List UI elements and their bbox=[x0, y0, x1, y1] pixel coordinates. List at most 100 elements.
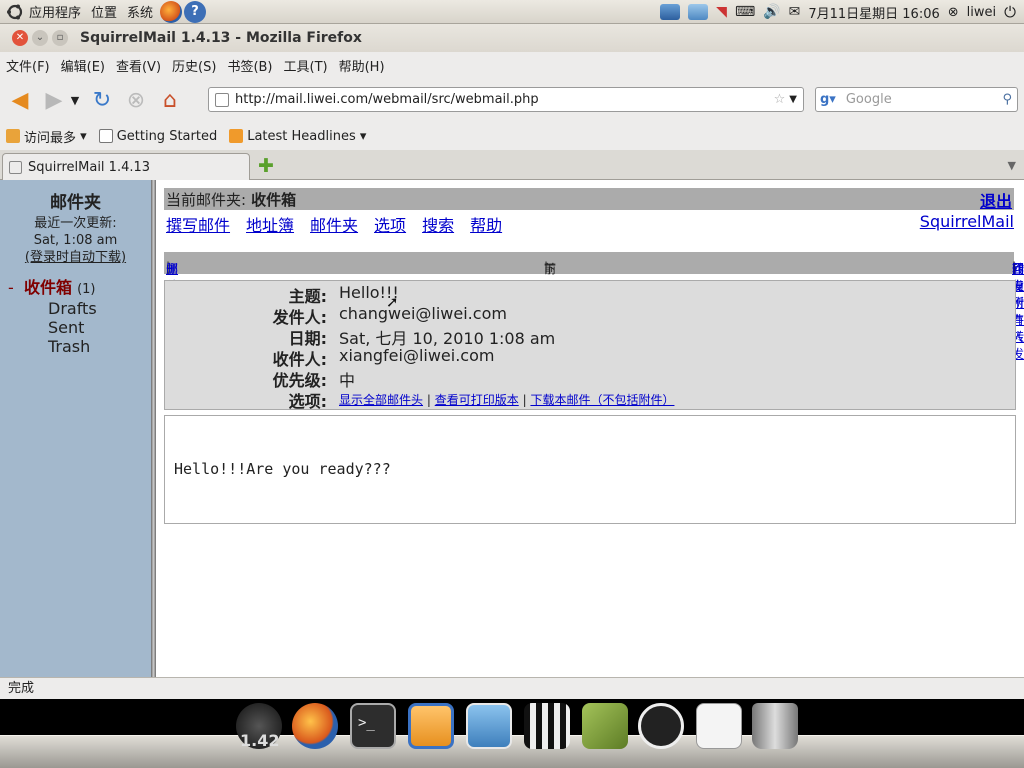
menu-tools[interactable]: 工具(T) bbox=[284, 56, 328, 75]
printable-view-link[interactable]: 查看可打印版本 bbox=[435, 393, 519, 407]
mouse-cursor-icon: ➚ bbox=[386, 293, 399, 311]
url-dropdown-icon[interactable]: ▼ bbox=[789, 94, 797, 105]
keyboard-icon[interactable]: ⌨ bbox=[735, 4, 755, 20]
download-message-link[interactable]: 下载本邮件（不包括附件） bbox=[530, 393, 674, 407]
message-action-bar: 邮件列表 | 删除 前一个 | 下一个 转发 | 作为附件转发 | 回复 | 回… bbox=[164, 252, 1024, 361]
menu-file[interactable]: 文件(F) bbox=[6, 56, 50, 75]
menu-edit[interactable]: 编辑(E) bbox=[61, 56, 105, 75]
menu-history[interactable]: 历史(S) bbox=[172, 56, 216, 75]
options-label: 选项: bbox=[288, 392, 327, 411]
system-monitor-gauge-icon[interactable]: 1.42 bbox=[236, 703, 282, 750]
firefox-launcher-icon[interactable] bbox=[160, 0, 183, 23]
forward-button[interactable]: ▶ bbox=[40, 86, 68, 114]
to-label: 收件人: bbox=[272, 350, 327, 369]
bookmark-star-icon[interactable]: ☆ bbox=[774, 92, 786, 107]
search-bar[interactable]: g▾ Google ⚲ bbox=[815, 87, 1018, 112]
folder-frame: 邮件夹 最近一次更新: Sat, 1:08 am (登录时自动下载) - 收件箱… bbox=[0, 180, 151, 677]
virtualbox-dock-icon[interactable] bbox=[408, 703, 454, 749]
bookmark-latest-headlines[interactable]: Latest Headlines ▾ bbox=[229, 129, 366, 144]
tab-list-icon[interactable]: ▼ bbox=[1008, 159, 1016, 172]
username[interactable]: liwei bbox=[967, 5, 996, 20]
show-all-headers-link[interactable]: 显示全部邮件头 bbox=[339, 393, 423, 407]
network-manager-icon[interactable] bbox=[660, 4, 681, 20]
logout-link[interactable]: 退出 bbox=[980, 188, 1012, 212]
text-editor-dock-icon[interactable] bbox=[696, 703, 742, 749]
folder-icon bbox=[6, 129, 20, 143]
last-update-time: Sat, 1:08 am bbox=[33, 233, 118, 248]
current-folder-name: 收件箱 bbox=[251, 190, 297, 209]
to-value: xiangfei@liwei.com bbox=[339, 346, 495, 365]
search-input[interactable]: Google bbox=[846, 92, 1003, 107]
current-folder-label: 当前邮件夹: bbox=[166, 190, 247, 209]
new-tab-icon[interactable]: ✚ bbox=[258, 155, 274, 177]
mail-icon[interactable]: ✉ bbox=[789, 4, 801, 20]
date-label: 日期: bbox=[288, 329, 327, 348]
reload-button[interactable]: ↻ bbox=[88, 86, 116, 114]
menu-view[interactable]: 查看(V) bbox=[116, 56, 161, 75]
clock[interactable]: 7月11日星期日 16:06 bbox=[808, 3, 939, 22]
squirrelmail-link[interactable]: SquirrelMail bbox=[920, 212, 1014, 231]
header-subject-row: 主题: Hello!!! bbox=[165, 283, 399, 306]
back-button[interactable]: ◀ bbox=[6, 86, 34, 114]
site-icon bbox=[215, 92, 229, 107]
places-menu[interactable]: 位置 bbox=[91, 2, 117, 21]
auto-download-link[interactable]: (登录时自动下载) bbox=[0, 249, 151, 266]
last-update-label: 最近一次更新: bbox=[34, 216, 117, 231]
folder-item-inbox[interactable]: - 收件箱 (1) bbox=[8, 278, 97, 299]
date-value: Sat, 七月 10, 2010 1:08 am bbox=[339, 329, 556, 348]
dictionary-dock-icon[interactable] bbox=[582, 703, 628, 749]
user-switch-icon[interactable]: ⊗ bbox=[948, 5, 959, 20]
window-titlebar: ✕ ⌄ ▫ SquirrelMail 1.4.13 - Mozilla Fire… bbox=[0, 24, 1024, 52]
header-priority-row: 优先级: 中 bbox=[165, 367, 356, 390]
terminal-dock-icon[interactable]: >_ bbox=[350, 703, 396, 749]
navigation-toolbar: ◀ ▶ ▼ ↻ ⊗ ⌂ http://mail.liwei.com/webmai… bbox=[0, 78, 1024, 122]
applications-menu[interactable]: 应用程序 bbox=[29, 2, 81, 21]
maximize-window-icon[interactable]: ▫ bbox=[52, 30, 68, 46]
folder-item-trash[interactable]: Trash bbox=[8, 337, 97, 356]
current-folder-bar: 当前邮件夹: 收件箱 退出 bbox=[164, 188, 1014, 212]
url-text[interactable]: http://mail.liwei.com/webmail/src/webmai… bbox=[235, 92, 774, 107]
firefox-dock-icon[interactable] bbox=[292, 703, 338, 749]
display-icon[interactable] bbox=[688, 4, 709, 20]
tab-squirrelmail[interactable]: SquirrelMail 1.4.13 bbox=[2, 153, 250, 180]
search-icon[interactable]: ⚲ bbox=[1002, 92, 1012, 107]
message-body: Hello!!!Are you ready??? bbox=[164, 415, 1016, 524]
desktop: 应用程序 位置 系统 ? ◥ ⌨ 🔊 ✉ 7月11日星期日 16:06 ⊗ li… bbox=[0, 0, 1024, 768]
inbox-link[interactable]: 收件箱 bbox=[24, 278, 72, 297]
search-engine-icon[interactable]: g▾ bbox=[820, 92, 836, 107]
options-link[interactable]: 选项 bbox=[374, 212, 406, 236]
help-icon[interactable]: ? bbox=[184, 0, 207, 23]
system-menu[interactable]: 系统 bbox=[127, 2, 153, 21]
trash-dock-icon[interactable] bbox=[752, 703, 798, 749]
bookmark-getting-started[interactable]: Getting Started bbox=[98, 129, 217, 144]
priority-value: 中 bbox=[339, 371, 356, 390]
minimize-window-icon[interactable]: ⌄ bbox=[32, 30, 48, 46]
menu-help[interactable]: 帮助(H) bbox=[339, 56, 385, 75]
history-dropdown-icon[interactable]: ▼ bbox=[68, 86, 82, 114]
system-monitor-dock-icon[interactable] bbox=[466, 703, 512, 749]
folder-item-sent[interactable]: Sent bbox=[8, 318, 97, 337]
tab-site-icon bbox=[9, 160, 22, 174]
volume-icon[interactable]: 🔊 bbox=[763, 4, 780, 20]
close-window-icon[interactable]: ✕ bbox=[12, 30, 28, 46]
help-link[interactable]: 帮助 bbox=[470, 212, 502, 236]
folder-item-drafts[interactable]: Drafts bbox=[8, 299, 97, 318]
page-icon bbox=[98, 129, 113, 143]
header-options-row: 选项: 显示全部邮件头 | 查看可打印版本 | 下载本邮件（不包括附件） bbox=[165, 388, 675, 411]
compose-link[interactable]: 撰写邮件 bbox=[166, 212, 230, 236]
url-bar[interactable]: http://mail.liwei.com/webmail/src/webmai… bbox=[208, 87, 804, 112]
folders-link[interactable]: 邮件夹 bbox=[310, 212, 358, 236]
video-editor-dock-icon[interactable] bbox=[524, 703, 570, 749]
addresses-link[interactable]: 地址簿 bbox=[246, 212, 294, 236]
home-button[interactable]: ⌂ bbox=[156, 86, 184, 114]
anjuta-dock-icon[interactable] bbox=[638, 703, 684, 749]
wifi-icon[interactable]: ◥ bbox=[716, 4, 727, 20]
ubuntu-logo-icon[interactable] bbox=[6, 3, 24, 21]
menu-bookmarks[interactable]: 书签(B) bbox=[227, 56, 272, 75]
folder-pane-title: 邮件夹 bbox=[50, 193, 101, 213]
stop-button[interactable]: ⊗ bbox=[122, 86, 150, 114]
search-link[interactable]: 搜索 bbox=[422, 212, 454, 236]
subject-label: 主题: bbox=[288, 287, 327, 306]
bookmark-most-visited[interactable]: 访问最多 ▾ bbox=[6, 127, 87, 146]
power-icon[interactable]: ⏻ bbox=[1004, 3, 1016, 21]
